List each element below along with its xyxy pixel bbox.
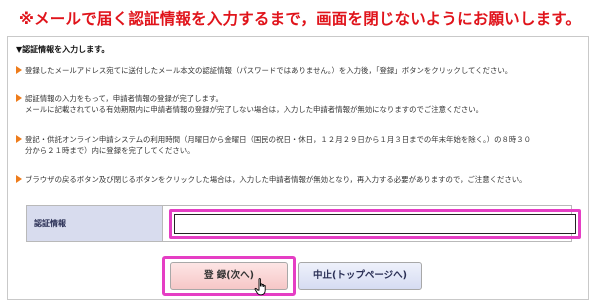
instruction-3: 登記・供託オンライン申請システムの利用時間（月曜日から金曜日（国民の祝日・休日，…	[16, 134, 531, 156]
bullet-arrow-icon	[16, 94, 22, 102]
instruction-1-text: 登録したメールアドレス宛てに送付したメール本文の認証情報（パスワードではありませ…	[25, 66, 513, 75]
section-heading: ▼認証情報を入力します。	[16, 45, 110, 54]
instruction-4-text: ブラウザの戻るボタン及び閉じるボタンをクリックした場合は，入力した申請者情報が無…	[25, 175, 527, 184]
instruction-1: 登録したメールアドレス宛てに送付したメール本文の認証情報（パスワードではありませ…	[16, 65, 512, 76]
warning-message: ※メールで届く認証情報を入力するまで，画面を閉じないようにお願いします。	[18, 10, 582, 28]
hand-pointer-icon	[254, 278, 266, 296]
instruction-3-line2: 分から２１時まで）内に登録を完了してください。	[25, 146, 195, 155]
auth-form-row: 認証情報	[26, 205, 581, 242]
instruction-2-line2: メールに記載されている有効期限内に申請者情報の登録が完了しない場合は，入力した申…	[25, 105, 484, 114]
bullet-arrow-icon	[16, 135, 22, 143]
bullet-arrow-icon	[16, 66, 22, 74]
cancel-to-top-button[interactable]: 中止(トップページへ)	[298, 262, 422, 290]
auth-panel: ▼認証情報を入力します。 登録したメールアドレス宛てに送付したメール本文の認証情…	[7, 36, 589, 300]
instruction-2-line1: 認証情報の入力をもって，申請者情報の登録が完了します。	[25, 94, 223, 103]
register-next-button[interactable]: 登 録(次へ)	[170, 262, 288, 290]
instruction-2: 認証情報の入力をもって，申請者情報の登録が完了します。 メールに記載されている有…	[16, 93, 483, 115]
instruction-3-line1: 登記・供託オンライン申請システムの利用時間（月曜日から金曜日（国民の祝日・休日，…	[25, 135, 532, 144]
instruction-4: ブラウザの戻るボタン及び閉じるボタンをクリックした場合は，入力した申請者情報が無…	[16, 174, 527, 185]
bullet-arrow-icon	[16, 175, 22, 183]
auth-code-input[interactable]	[174, 214, 576, 234]
auth-label: 認証情報	[27, 206, 163, 241]
auth-input-highlight	[169, 209, 581, 239]
